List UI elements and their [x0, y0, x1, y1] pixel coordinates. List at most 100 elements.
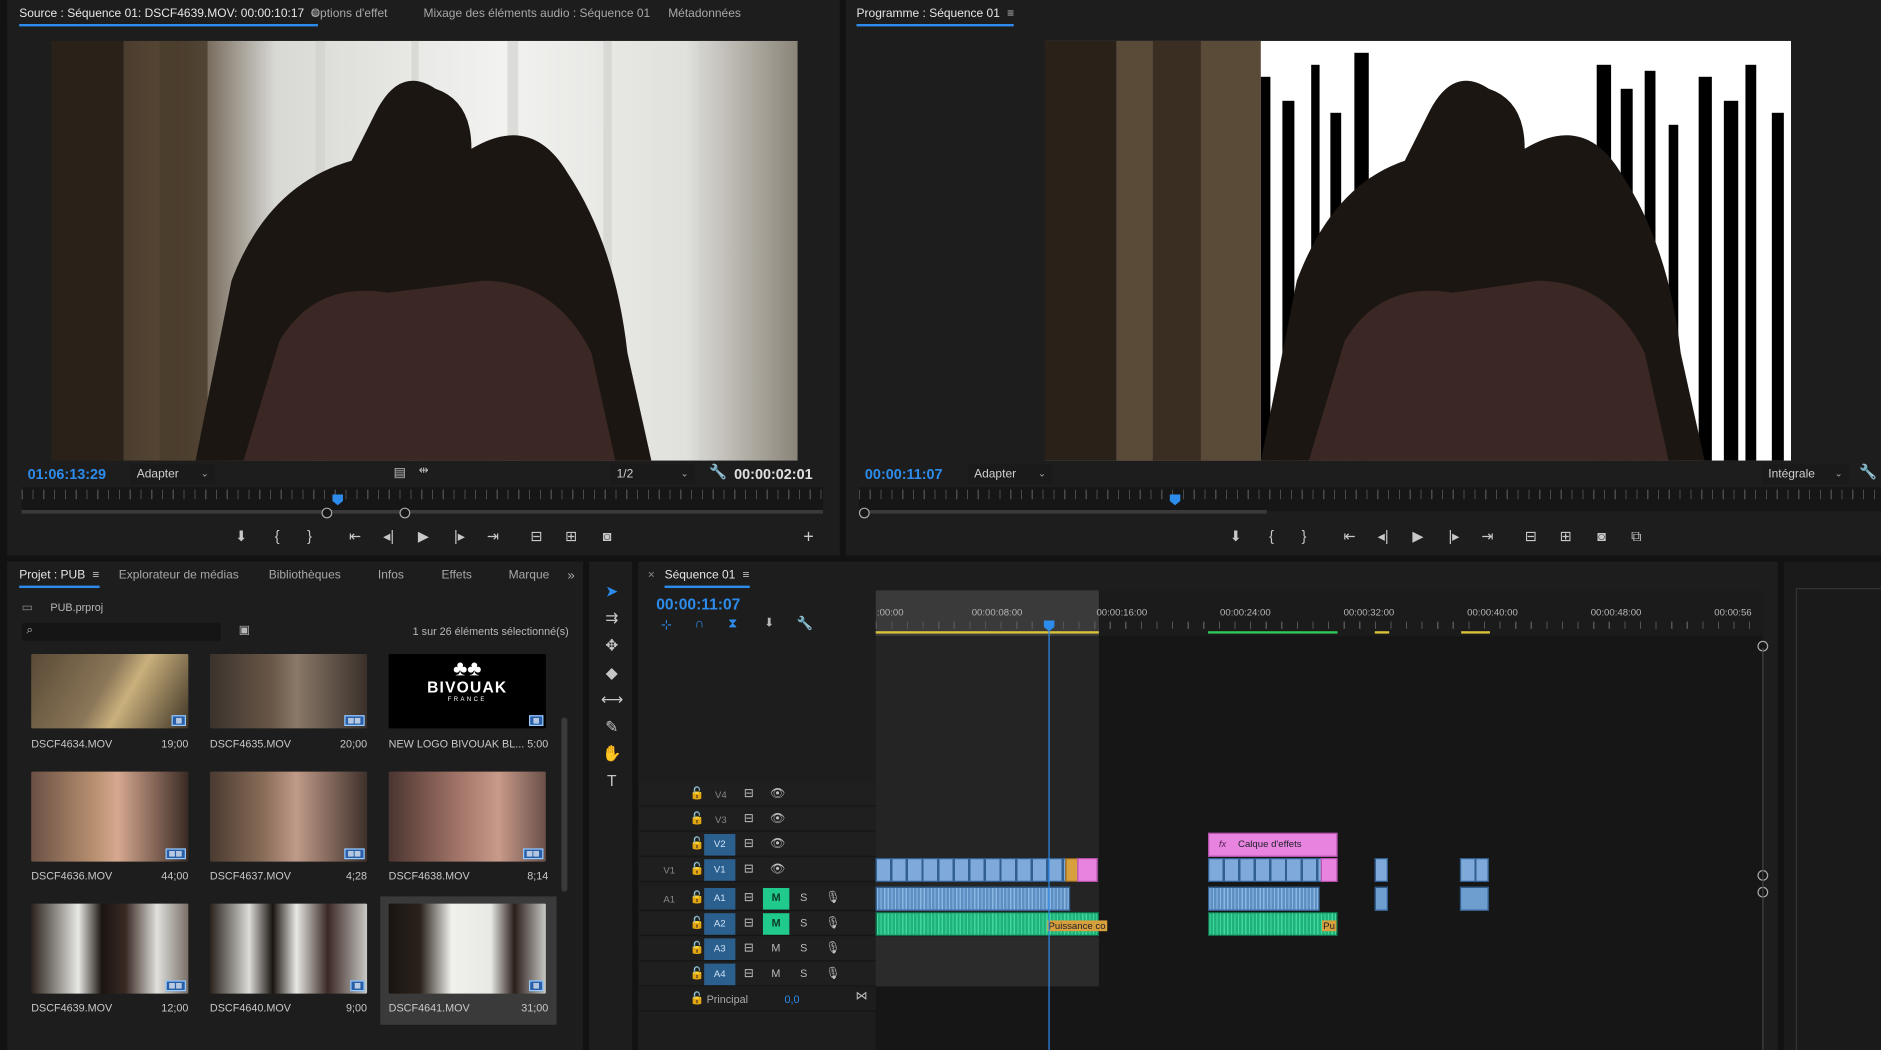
source-zoom-bar[interactable] [21, 510, 823, 514]
track-header-a4[interactable]: 🔓 A4 ⊟ M S 🎙 [639, 962, 876, 987]
eye-icon[interactable]: 👁 [770, 787, 785, 800]
track-header-v4[interactable]: 🔓 V4 ⊟ 👁 [639, 782, 876, 807]
search-box[interactable]: ⌕ [21, 622, 221, 641]
lock-icon[interactable]: 🔓 [690, 992, 705, 1005]
tab-media-browser[interactable]: Explorateur de médias [119, 569, 239, 582]
track-target[interactable]: A1 [704, 888, 736, 910]
program-zoom-handle[interactable] [858, 507, 870, 519]
master-volume[interactable]: 0,0 [785, 994, 800, 1006]
tab-markers[interactable]: Marque [509, 569, 550, 582]
thumbnail-dscf4637[interactable]: ▦▦ [209, 771, 368, 862]
program-time-ruler[interactable] [858, 487, 1881, 512]
export-frame-icon[interactable]: ⇹ [419, 464, 429, 477]
snap-magnet-icon[interactable]: ∩ [695, 617, 704, 631]
sync-lock-icon[interactable]: ⊟ [744, 812, 754, 825]
slip-icon[interactable]: ⟷ [601, 690, 623, 709]
more-tabs-icon[interactable]: » [567, 569, 574, 583]
track-target[interactable]: V1 [704, 859, 736, 881]
adjustment-clip-v1[interactable] [1320, 858, 1338, 883]
mark-in-icon[interactable]: { [266, 528, 288, 545]
adjustment-layer-clip[interactable]: fx Calque d'effets [1208, 832, 1338, 857]
video-clip-group[interactable] [875, 858, 1071, 883]
step-forward-icon[interactable]: |▸ [449, 528, 471, 545]
music-clip[interactable]: Pu [1208, 912, 1338, 937]
track-select-icon[interactable]: ⇉ [601, 608, 623, 627]
program-quality-select[interactable]: Intégrale ⌄ [1762, 464, 1849, 484]
tab-sequence[interactable]: Séquence 01 ≡ [664, 569, 750, 588]
mark-out-icon[interactable]: } [299, 528, 321, 545]
mute-button[interactable]: M [762, 913, 790, 935]
wrench-icon[interactable]: 🔧 [709, 463, 727, 480]
camera-icon[interactable]: ◙ [596, 528, 618, 545]
new-bin-icon[interactable]: ▣ [239, 624, 250, 637]
eye-icon[interactable]: 👁 [770, 838, 785, 851]
compare-view-icon[interactable]: ⧉ [1625, 528, 1647, 546]
eye-icon[interactable]: 👁 [770, 863, 785, 876]
timeline-v-scrollbar[interactable] [1762, 648, 1764, 1050]
sync-lock-icon[interactable]: ⊟ [744, 838, 754, 851]
adjustment-clip-v1[interactable] [1077, 858, 1098, 883]
tab-metadata[interactable]: Métadonnées [668, 7, 741, 20]
tab-source[interactable]: Source : Séquence 01: DSCF4639.MOV: 00:0… [19, 7, 319, 27]
thumbnail-logo[interactable]: ♣♣ BIVOUAK FRANCE ▦ [388, 654, 546, 729]
mark-in-icon[interactable]: { [1261, 528, 1283, 545]
add-marker-icon[interactable]: ⬇ [1225, 528, 1247, 545]
selection-tool-icon[interactable]: ➤ [601, 582, 623, 601]
thumbnail-dscf4636[interactable]: ▦▦ [31, 771, 189, 862]
source-timecode-in[interactable]: 01:06:13:29 [28, 466, 106, 483]
panel-menu-icon[interactable]: ≡ [1007, 7, 1014, 20]
source-video-frame[interactable] [51, 40, 798, 461]
program-fit-select[interactable]: Adapter ⌄ [968, 464, 1053, 484]
microphone-icon[interactable]: 🎙 [825, 942, 840, 955]
overwrite-icon[interactable]: ⊞ [560, 528, 582, 545]
thumbnail-dscf4635[interactable]: ▦▦ [209, 654, 368, 729]
camera-icon[interactable]: ◙ [1591, 528, 1613, 545]
go-to-out-icon[interactable]: ⇥ [482, 528, 504, 545]
type-icon[interactable]: T [601, 772, 623, 790]
panel-menu-icon[interactable]: ≡ [92, 569, 99, 582]
mute-button[interactable]: M [762, 888, 790, 910]
timeline-playhead-line[interactable] [1048, 626, 1050, 1050]
wrench-icon[interactable]: 🔧 [1859, 463, 1877, 480]
insert-icon[interactable]: ⊟ [525, 528, 547, 545]
go-to-in-icon[interactable]: ⇤ [1339, 528, 1361, 545]
mute-button[interactable]: M [771, 942, 780, 954]
lock-icon[interactable]: 🔓 [690, 892, 705, 905]
timeline-timecode[interactable]: 00:00:11:07 [656, 595, 740, 613]
audio-clip-group[interactable] [1208, 886, 1320, 911]
sync-lock-icon[interactable]: ⊟ [744, 917, 754, 930]
add-button[interactable]: + [798, 527, 820, 547]
track-lane-a3[interactable] [875, 937, 1099, 987]
close-tab-icon[interactable]: × [648, 569, 655, 582]
audio-clip-group[interactable] [875, 886, 1071, 911]
source-fit-select[interactable]: Adapter ⌄ [130, 464, 215, 484]
lift-icon[interactable]: ⊟ [1520, 528, 1542, 545]
pen-icon[interactable]: ✎ [601, 718, 623, 737]
microphone-icon[interactable]: 🎙 [825, 967, 840, 980]
source-resolution-select[interactable]: 1/2 ⌄ [610, 464, 695, 484]
play-icon[interactable]: ▶ [1407, 528, 1429, 545]
program-video-frame[interactable] [1044, 40, 1792, 461]
eye-icon[interactable]: 👁 [770, 812, 785, 825]
add-marker-icon[interactable]: ⬇ [764, 617, 774, 630]
hand-icon[interactable]: ✋ [601, 744, 623, 763]
microphone-icon[interactable]: 🎙 [825, 917, 840, 930]
music-clip[interactable]: Puissance co [875, 912, 1107, 937]
sync-lock-icon[interactable]: ⊟ [744, 892, 754, 905]
track-target[interactable]: A4 [704, 963, 736, 986]
video-clip-group[interactable] [1208, 858, 1324, 883]
sync-lock-icon[interactable]: ⊟ [744, 942, 754, 955]
video-clip[interactable] [1459, 858, 1489, 883]
thumbnail-dscf4638[interactable]: ▦▦ [388, 771, 546, 862]
source-patch[interactable]: V1 [663, 865, 675, 876]
track-header-a3[interactable]: 🔓 A3 ⊟ M S 🎙 [639, 937, 876, 962]
track-header-v1[interactable]: V1 🔓 V1 ⊟ 👁 [639, 858, 876, 883]
lock-icon[interactable]: 🔓 [690, 917, 705, 930]
lock-icon[interactable]: 🔓 [690, 863, 705, 876]
mute-button[interactable]: M [771, 967, 780, 979]
microphone-icon[interactable]: 🎙 [825, 892, 840, 905]
timeline-ruler[interactable]: :00:00 00:00:08:00 00:00:16:00 00:00:24:… [875, 590, 1764, 636]
track-header-a1[interactable]: A1 🔓 A1 ⊟ M S 🎙 [639, 886, 876, 911]
thumbnail-dscf4640[interactable]: ▦ [209, 903, 368, 994]
track-header-a2[interactable]: 🔓 A2 ⊟ M S 🎙 [639, 912, 876, 937]
